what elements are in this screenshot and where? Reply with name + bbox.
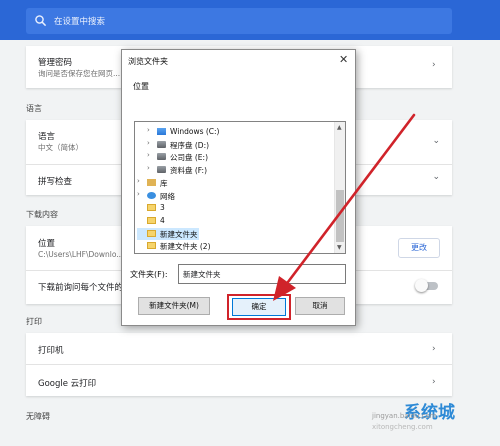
watermark-site: jingyan.baidu.com <box>372 412 437 420</box>
watermark-url: xitongcheng.com <box>372 423 433 431</box>
annotation-arrow <box>273 113 416 301</box>
